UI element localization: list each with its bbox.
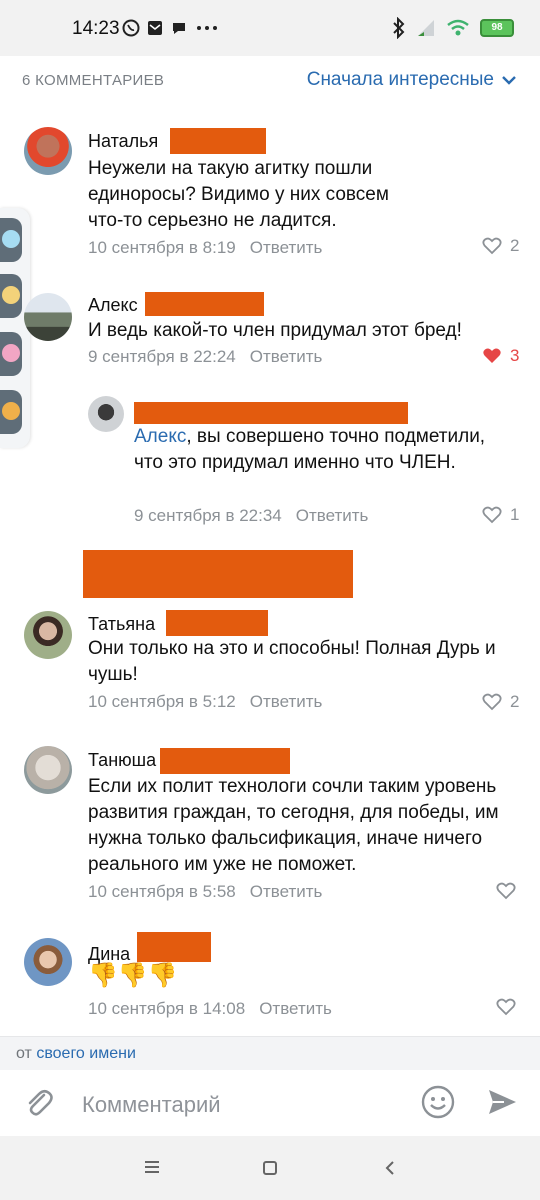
comment-date: 10 сентября в 14:08 <box>88 999 246 1018</box>
home-icon[interactable] <box>262 1160 278 1176</box>
wifi-icon <box>447 19 469 36</box>
like-count: 1 <box>510 505 520 524</box>
like-button[interactable]: 2 <box>482 236 519 256</box>
like-count: 2 <box>510 692 520 711</box>
chat-icon <box>173 23 185 34</box>
comment-input-bar <box>0 1070 540 1136</box>
comment-meta: 10 сентября в 8:19 Ответить <box>88 238 322 258</box>
comment-date: 10 сентября в 5:12 <box>88 692 236 711</box>
like-button[interactable]: 2 <box>482 692 519 712</box>
heart-outline-icon <box>482 693 502 711</box>
dock-app-button-2[interactable] <box>0 274 22 318</box>
status-bar: 14:23 98 <box>0 0 540 56</box>
paperclip-icon[interactable] <box>22 1086 56 1120</box>
comments-count: 6 КОММЕНТАРИЕВ <box>22 72 165 89</box>
comment-date: 10 сентября в 8:19 <box>88 238 236 257</box>
avatar[interactable] <box>88 396 124 432</box>
comment-meta: 9 сентября в 22:34 Ответить <box>134 506 368 526</box>
avatar[interactable] <box>24 293 72 341</box>
like-button[interactable]: 3 <box>482 346 519 366</box>
comment-text: Если их полит технологи сочли таким уров… <box>88 776 499 875</box>
menu-icon[interactable] <box>144 1160 160 1174</box>
redaction-block <box>83 550 353 598</box>
comment-date: 10 сентября в 5:58 <box>88 882 236 901</box>
bluetooth-icon <box>393 17 405 39</box>
post-as-bar: от своего имени <box>0 1036 540 1071</box>
redaction-block <box>160 748 290 774</box>
comment-date: 9 сентября в 22:34 <box>134 506 282 525</box>
redaction-block <box>170 128 266 154</box>
redaction-block <box>137 932 211 962</box>
comment-text: И ведь какой-то член придумал этот бред! <box>88 320 462 341</box>
floating-side-dock <box>0 208 30 448</box>
signal-icon <box>418 20 434 36</box>
reply-button[interactable]: Ответить <box>250 238 323 257</box>
like-button[interactable]: 1 <box>482 505 519 525</box>
heart-outline-icon <box>496 882 516 900</box>
comment-text: Алекс, вы совершено точно подметили, что… <box>134 426 486 473</box>
status-icons-left <box>122 19 220 37</box>
reply-button[interactable]: Ответить <box>250 882 323 901</box>
like-button[interactable] <box>496 882 516 900</box>
like-count: 3 <box>510 346 520 365</box>
chevron-down-icon <box>502 76 516 85</box>
comment-input[interactable] <box>80 1088 404 1122</box>
post-as-link[interactable]: своего имени <box>36 1045 136 1062</box>
comment-meta: 10 сентября в 5:12 Ответить <box>88 692 322 712</box>
mention-link[interactable]: Алекс <box>134 426 186 447</box>
heart-outline-icon <box>496 998 516 1016</box>
avatar[interactable] <box>24 746 72 794</box>
like-button[interactable] <box>496 998 516 1016</box>
comment-date: 9 сентября в 22:24 <box>88 347 236 366</box>
comment-author[interactable]: Танюша <box>88 750 156 771</box>
status-icons-right: 98 <box>392 17 514 39</box>
mail-icon <box>148 21 162 35</box>
comment-meta: 10 сентября в 5:58 Ответить <box>88 882 322 902</box>
redaction-block <box>134 402 408 424</box>
dock-app-button-1[interactable] <box>0 218 22 262</box>
comment-meta: 9 сентября в 22:24 Ответить <box>88 347 322 367</box>
avatar[interactable] <box>24 611 72 659</box>
comment-author[interactable]: Наталья <box>88 131 158 152</box>
post-as-label: от своего имени <box>16 1045 136 1062</box>
status-time: 14:23 <box>72 18 120 39</box>
comments-header: 6 КОММЕНТАРИЕВ Сначала интересные <box>0 56 540 106</box>
redaction-block <box>145 292 264 316</box>
comment-meta: 10 сентября в 14:08 Ответить <box>88 999 332 1019</box>
avatar[interactable] <box>24 938 72 986</box>
back-icon[interactable] <box>384 1160 396 1176</box>
reply-button[interactable]: Ответить <box>250 347 323 366</box>
send-icon[interactable] <box>486 1086 518 1118</box>
avatar[interactable] <box>24 127 72 175</box>
heart-filled-icon <box>483 348 501 363</box>
sort-select[interactable]: Сначала интересные <box>307 69 516 91</box>
sort-label: Сначала интересные <box>306 69 494 90</box>
reply-button[interactable]: Ответить <box>250 692 323 711</box>
dock-app-button-3[interactable] <box>0 332 22 376</box>
battery-icon: 98 <box>480 19 514 37</box>
heart-outline-icon <box>482 237 502 255</box>
more-dots-icon <box>197 26 217 30</box>
redaction-block <box>166 610 268 636</box>
viber-icon <box>122 19 140 37</box>
like-count: 2 <box>510 236 520 255</box>
reply-button[interactable]: Ответить <box>259 999 332 1018</box>
dock-app-button-4[interactable] <box>0 390 22 434</box>
heart-outline-icon <box>482 506 502 524</box>
comment-text: 👎👎👎 <box>88 962 178 989</box>
android-nav-bar <box>0 1136 540 1200</box>
comment-author[interactable]: Алекс <box>88 295 138 316</box>
comment-author[interactable]: Татьяна <box>88 614 155 635</box>
comment-text: Они только на это и способны! Полная Дур… <box>88 638 496 685</box>
reply-button[interactable]: Ответить <box>296 506 369 525</box>
emoji-icon[interactable] <box>421 1085 455 1119</box>
comment-text: Неужели на такую агитку пошли единоросы?… <box>88 158 389 231</box>
